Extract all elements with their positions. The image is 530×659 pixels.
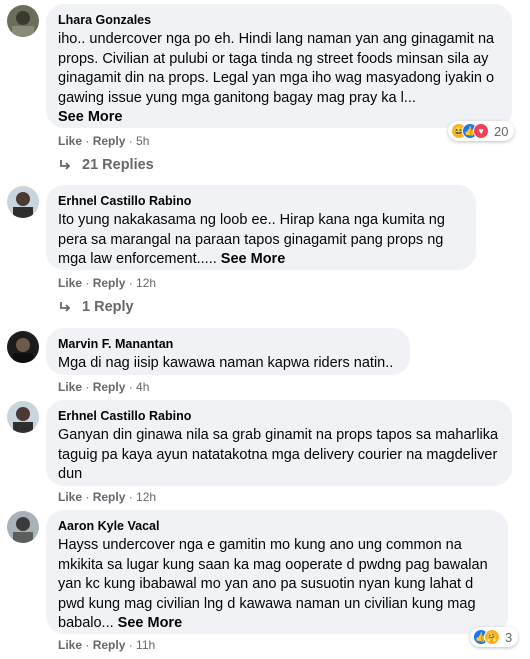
- see-more-link[interactable]: See More: [118, 615, 182, 631]
- avatar[interactable]: [7, 511, 39, 543]
- like-link[interactable]: Like: [58, 638, 82, 652]
- reply-link[interactable]: Reply: [93, 490, 126, 504]
- timestamp[interactable]: 12h: [136, 490, 156, 504]
- reply-arrow-icon: [58, 158, 72, 172]
- comment-text: Ganyan din ginawa nila sa grab ginamit n…: [58, 427, 499, 482]
- comment-actions: Like · Reply · 4h: [58, 380, 150, 394]
- reply-arrow-icon: [58, 300, 72, 314]
- see-more-link[interactable]: See More: [58, 109, 122, 125]
- like-link[interactable]: Like: [58, 134, 82, 148]
- love-reaction-icon: ♥: [473, 123, 489, 139]
- avatar[interactable]: [7, 186, 39, 218]
- reaction-count: 20: [494, 123, 509, 139]
- like-link[interactable]: Like: [58, 380, 82, 394]
- reaction-summary[interactable]: 😆 👍 ♥ 20: [448, 121, 515, 141]
- comment-actions: Like · Reply · 5h: [58, 134, 150, 148]
- comment-bubble: Aaron Kyle Vacal Hayss undercover nga e …: [46, 510, 508, 634]
- replies-count: 1 Reply: [82, 299, 134, 315]
- comment-author[interactable]: Lhara Gonzales: [58, 12, 500, 28]
- avatar[interactable]: [7, 401, 39, 433]
- replies-count: 21 Replies: [82, 157, 154, 173]
- reply-link[interactable]: Reply: [93, 638, 126, 652]
- see-more-link[interactable]: See More: [221, 251, 285, 267]
- timestamp[interactable]: 11h: [136, 638, 155, 652]
- timestamp[interactable]: 4h: [136, 380, 149, 394]
- reply-link[interactable]: Reply: [93, 134, 126, 148]
- comment-bubble: Marvin F. Manantan Mga di nag iisip kawa…: [46, 328, 410, 375]
- view-replies-link[interactable]: 21 Replies: [58, 156, 154, 174]
- comment-author[interactable]: Erhnel Castillo Rabino: [58, 408, 500, 424]
- reaction-count: 3: [505, 629, 513, 645]
- view-replies-link[interactable]: 1 Reply: [58, 298, 134, 316]
- comment-actions: Like · Reply · 11h: [58, 638, 156, 652]
- reply-link[interactable]: Reply: [93, 276, 126, 290]
- like-link[interactable]: Like: [58, 276, 82, 290]
- comment-actions: Like · Reply · 12h: [58, 490, 157, 504]
- comment-text: iho.. undercover nga po eh. Hindi lang n…: [58, 31, 495, 125]
- reaction-summary[interactable]: 👍 🤗 3: [470, 627, 519, 647]
- comment-text: Ito yung nakakasama ng loob ee.. Hirap k…: [58, 212, 445, 267]
- comment-author[interactable]: Erhnel Castillo Rabino: [58, 193, 464, 209]
- reply-link[interactable]: Reply: [93, 380, 126, 394]
- comment-text: Mga di nag iisip kawawa naman kapwa ride…: [58, 355, 394, 371]
- timestamp[interactable]: 12h: [136, 276, 156, 290]
- care-reaction-icon: 🤗: [484, 629, 500, 645]
- comment-text: Hayss undercover nga e gamitin mo kung a…: [58, 537, 488, 631]
- comment-author[interactable]: Aaron Kyle Vacal: [58, 518, 496, 534]
- avatar[interactable]: [7, 5, 39, 37]
- avatar[interactable]: [7, 331, 39, 363]
- comment-actions: Like · Reply · 12h: [58, 276, 157, 290]
- comment-bubble: Erhnel Castillo Rabino Ito yung nakakasa…: [46, 185, 476, 270]
- timestamp[interactable]: 5h: [136, 134, 149, 148]
- comment-author[interactable]: Marvin F. Manantan: [58, 336, 398, 352]
- comment-bubble: Erhnel Castillo Rabino Ganyan din ginawa…: [46, 400, 512, 486]
- comment-bubble: Lhara Gonzales iho.. undercover nga po e…: [46, 4, 512, 128]
- like-link[interactable]: Like: [58, 490, 82, 504]
